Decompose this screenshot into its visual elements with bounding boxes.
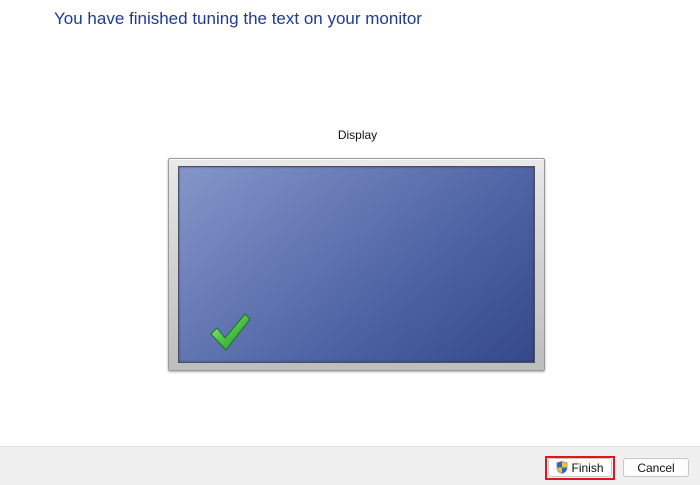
page-title: You have finished tuning the text on you… bbox=[54, 9, 422, 28]
checkmark-icon bbox=[210, 313, 251, 351]
finish-label: Finish bbox=[571, 460, 604, 475]
monitor-frame bbox=[168, 158, 545, 371]
uac-shield-icon bbox=[557, 461, 568, 474]
display-label: Display bbox=[337, 128, 378, 142]
cancel-button[interactable]: Cancel bbox=[623, 458, 689, 477]
cleartype-finish-page: You have finished tuning the text on you… bbox=[0, 0, 700, 485]
monitor-screen bbox=[178, 166, 535, 363]
finish-button[interactable]: Finish bbox=[548, 458, 612, 477]
footer-bar: Finish Cancel bbox=[0, 446, 700, 485]
